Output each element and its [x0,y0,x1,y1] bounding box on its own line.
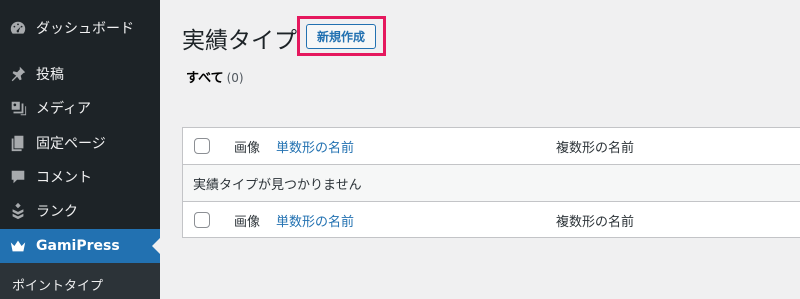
status-filter: すべて (0) [186,67,244,86]
sidebar-item-pages[interactable]: 固定ページ [0,126,160,160]
add-new-button[interactable]: 新規作成 [306,24,376,49]
filter-all-count: (0) [226,71,244,85]
table-header-row: 画像 単数形の名前 複数形の名前 [183,128,800,165]
column-header-singular-name[interactable]: 単数形の名前 [276,137,354,156]
crown-icon [8,236,28,256]
empty-message: 実績タイプが見つかりません [193,177,362,193]
media-icon [8,98,28,118]
sidebar-item-label: コメント [36,170,92,186]
achievement-types-table: 画像 単数形の名前 複数形の名前 実績タイプが見つかりません 画像 単数形の名前… [182,127,800,238]
column-footer-image: 画像 [234,214,261,230]
sidebar-item-comments[interactable]: コメント [0,160,160,194]
gamipress-submenu: ポイントタイプ [0,263,160,299]
pin-icon [8,64,28,84]
column-footer-singular-name[interactable]: 単数形の名前 [276,211,354,230]
sidebar-item-dashboard[interactable]: ダッシュボード [0,11,160,45]
submenu-item-point-types[interactable]: ポイントタイプ [12,275,103,294]
sidebar-item-label: ランク [36,204,78,220]
sidebar-item-label: 投稿 [36,67,64,83]
sidebar-item-gamipress[interactable]: GamiPress [0,229,160,263]
sidebar-item-media[interactable]: メディア [0,91,160,125]
dashboard-icon [8,18,28,38]
select-all-checkbox[interactable] [194,138,210,154]
sidebar-item-posts[interactable]: 投稿 [0,57,160,91]
page-title: 実績タイプ [182,28,297,54]
sidebar-item-label: ダッシュボード [36,21,134,37]
select-all-checkbox-footer[interactable] [194,212,210,228]
rank-icon [8,201,28,221]
sidebar-item-label: GamiPress [36,238,120,254]
column-header-image: 画像 [234,140,261,156]
table-footer-row: 画像 単数形の名前 複数形の名前 [183,201,800,238]
pages-icon [8,133,28,153]
column-footer-plural-name: 複数形の名前 [556,214,635,230]
admin-sidebar: ダッシュボード 投稿 メディア 固定ページ コメント ランク GamiPress… [0,0,160,299]
sidebar-item-rank[interactable]: ランク [0,194,160,228]
table-empty-row: 実績タイプが見つかりません [183,165,800,201]
filter-all-link[interactable]: すべて [186,71,224,86]
comment-icon [8,167,28,187]
sidebar-item-label: 固定ページ [36,136,106,152]
sidebar-item-label: メディア [36,101,92,117]
column-header-plural-name: 複数形の名前 [556,140,635,156]
